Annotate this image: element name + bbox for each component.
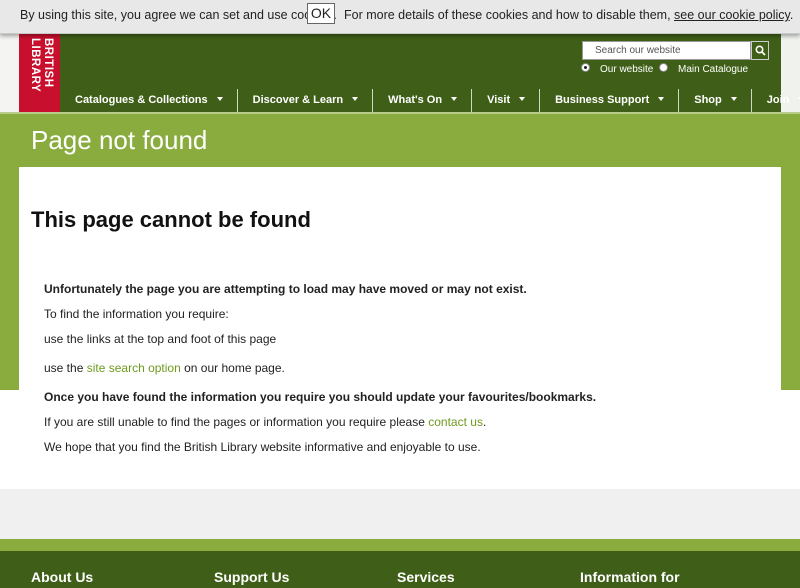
nav-label: Shop <box>694 94 722 106</box>
search-option-main-catalogue[interactable]: Main Catalogue <box>659 62 759 76</box>
bookmarks-message: Once you have found the information you … <box>44 390 597 404</box>
nav-join[interactable]: Join <box>752 89 800 112</box>
contact-suffix: . <box>482 415 487 429</box>
nav-label: Discover & Learn <box>252 94 344 106</box>
search-tip-suffix: on our home page. <box>184 361 285 375</box>
radio-label-our-website: Our website <box>600 64 654 75</box>
cookie-details-suffix: . <box>789 8 794 22</box>
nav-label: Catalogues & Collections <box>75 94 208 106</box>
search-icon <box>755 45 766 56</box>
chevron-down-icon <box>352 97 359 101</box>
cookie-details: For more details of these cookies and ho… <box>344 8 793 22</box>
chevron-down-icon <box>519 97 526 101</box>
footer-divider <box>0 539 800 551</box>
contact-us-link[interactable]: contact us <box>428 415 483 429</box>
nav-label: Business Support <box>555 94 650 106</box>
chevron-down-icon <box>658 97 665 101</box>
closing-text: We hope that you find the British Librar… <box>44 440 481 454</box>
header-divider <box>0 112 800 114</box>
logo-line2: LIBRARY <box>29 38 41 93</box>
logo-line1: BRITISH <box>42 38 54 88</box>
nav-label: Join <box>766 94 790 106</box>
site-footer: About Us Support Us Services Information… <box>0 551 800 588</box>
radio-label-main-catalogue: Main Catalogue <box>678 64 749 75</box>
search-tip-prefix: use the <box>44 361 84 375</box>
chevron-down-icon <box>730 97 737 101</box>
nav-label: Visit <box>487 94 511 106</box>
chevron-down-icon <box>216 97 223 101</box>
nav-shop[interactable]: Shop <box>679 89 752 112</box>
radio-main-catalogue[interactable] <box>659 63 668 72</box>
find-info-text: To find the information you require: <box>44 307 229 321</box>
main-navigation: Catalogues & Collections Discover & Lear… <box>60 89 800 112</box>
footer-support-us[interactable]: Support Us <box>214 569 289 585</box>
british-library-logo[interactable]: BRITISH LIBRARY <box>19 34 60 112</box>
nav-whats-on[interactable]: What's On <box>373 89 473 112</box>
cookie-consent-bar: By using this site, you agree we can set… <box>0 0 800 34</box>
contact-text: If you are still unable to find the page… <box>44 415 486 429</box>
nav-label: What's On <box>388 94 443 106</box>
chevron-down-icon <box>451 97 458 101</box>
header-left-margin <box>0 34 19 112</box>
footer-about-us[interactable]: About Us <box>31 569 93 585</box>
search-button[interactable] <box>751 41 769 60</box>
site-search-link[interactable]: site search option <box>87 361 181 375</box>
search-option-our-website[interactable]: Our website <box>581 62 671 76</box>
nav-visit[interactable]: Visit <box>472 89 541 112</box>
search-tip: use the site search option on our home p… <box>44 361 285 375</box>
page-title: Page not found <box>31 125 208 155</box>
pre-footer-band <box>0 489 800 539</box>
logo-text: BRITISH LIBRARY <box>19 34 60 112</box>
nav-catalogues-collections[interactable]: Catalogues & Collections <box>60 89 238 112</box>
cookie-policy-link[interactable]: see our cookie policy <box>674 8 790 22</box>
cookie-message: By using this site, you agree we can set… <box>20 8 337 22</box>
moved-message: Unfortunately the page you are attemptin… <box>44 282 527 296</box>
error-heading: This page cannot be found <box>31 207 311 232</box>
nav-discover-learn[interactable]: Discover & Learn <box>238 89 374 112</box>
cookie-details-text: For more details of these cookies and ho… <box>344 8 671 22</box>
cookie-ok-button[interactable]: OK <box>307 3 335 24</box>
footer-information-for[interactable]: Information for <box>580 569 680 585</box>
nav-business-support[interactable]: Business Support <box>540 89 680 112</box>
search-input[interactable]: Search our website <box>582 41 751 60</box>
contact-prefix: If you are still unable to find the page… <box>44 415 425 429</box>
footer-services[interactable]: Services <box>397 569 455 585</box>
radio-our-website[interactable] <box>581 63 590 72</box>
links-tip: use the links at the top and foot of thi… <box>44 332 277 346</box>
main-content: This page cannot be found Unfortunately … <box>19 167 781 489</box>
